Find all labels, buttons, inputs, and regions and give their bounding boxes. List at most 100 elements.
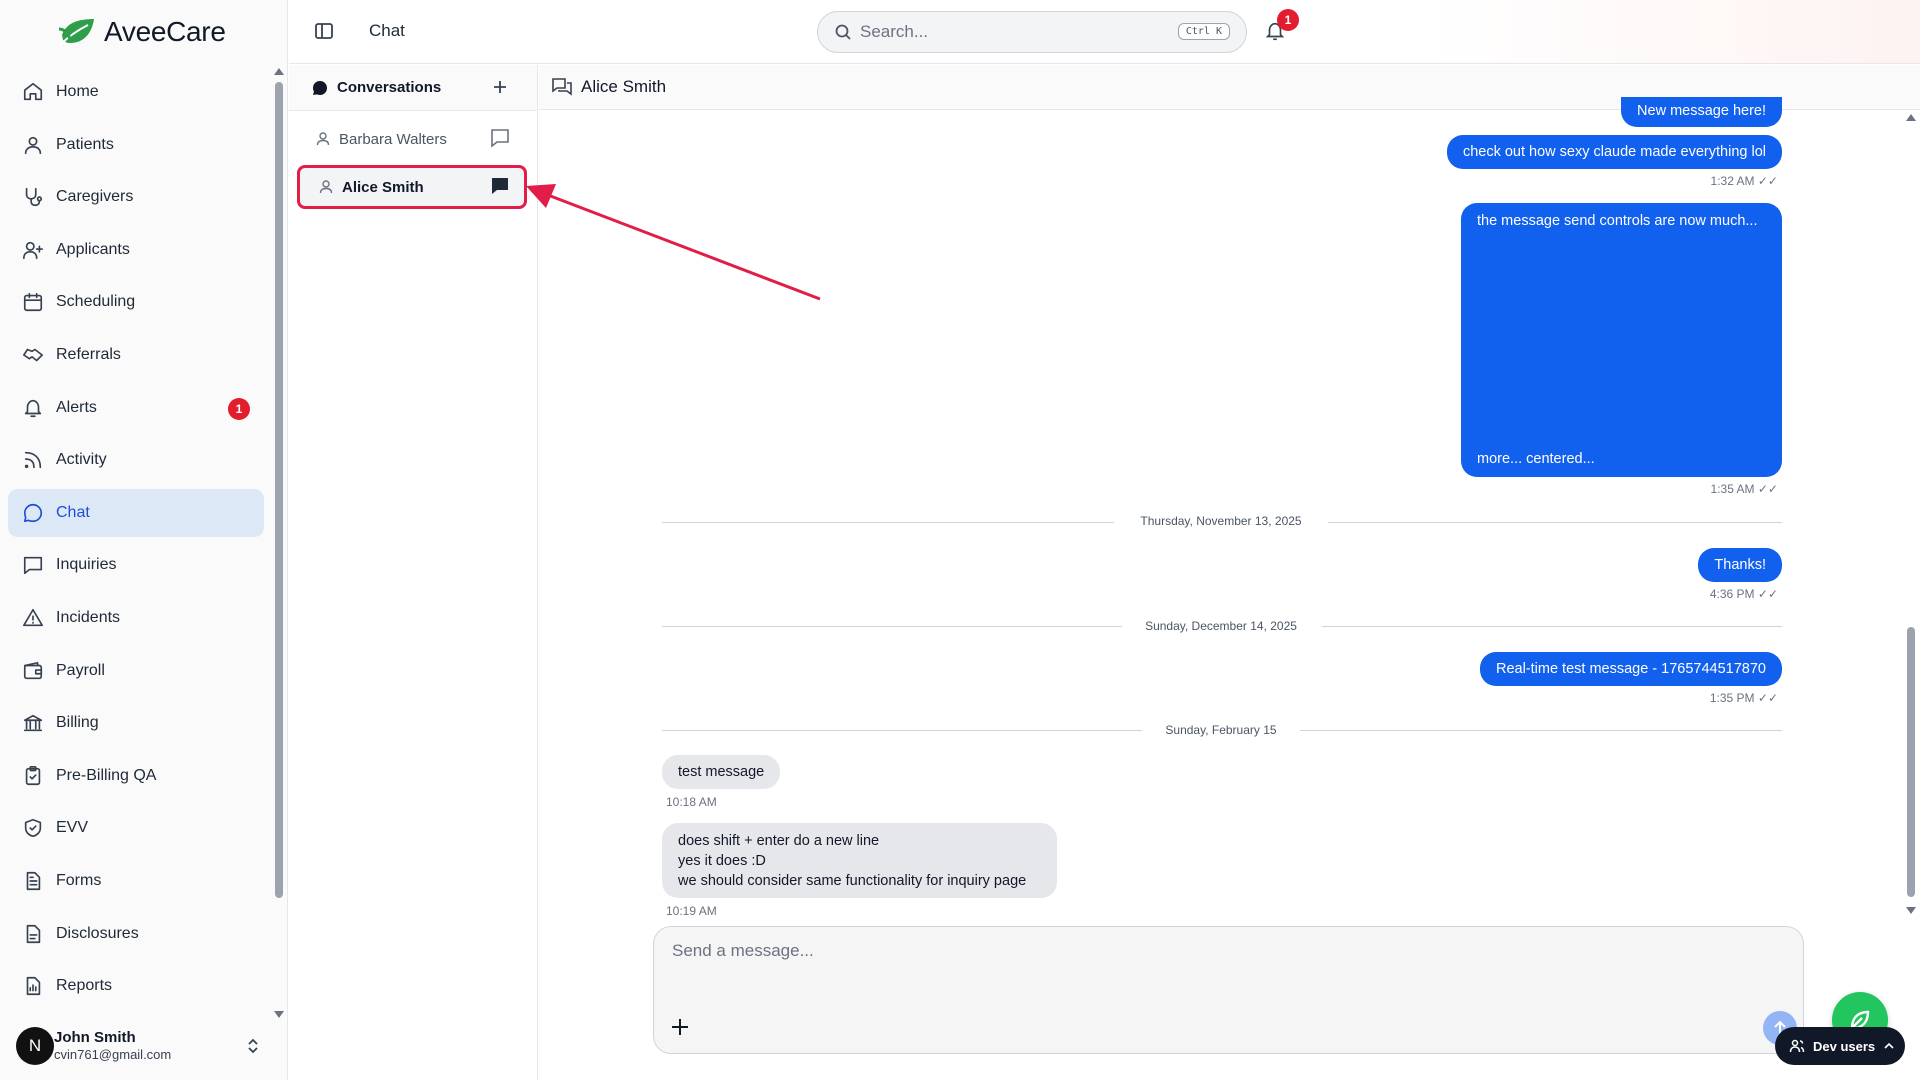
- user-menu[interactable]: N John Smith cvin761@gmail.com: [16, 1022, 272, 1070]
- sidebar-item-label: Reports: [56, 977, 113, 995]
- sidebar-item-patients[interactable]: Patients: [8, 121, 264, 169]
- sidebar-item-referrals[interactable]: Referrals: [8, 331, 264, 379]
- scroll-up-arrow-icon[interactable]: [1906, 114, 1916, 121]
- calendar-icon: [22, 291, 44, 313]
- date-separator: Thursday, November 13, 2025: [1140, 514, 1302, 528]
- sidebar-item-label: Activity: [56, 451, 107, 469]
- user-plus-icon: [22, 239, 44, 261]
- conversation-name: Alice Smith: [342, 178, 424, 196]
- sidebar-item-reports[interactable]: Reports: [8, 962, 264, 1010]
- scrollbar-thumb[interactable]: [1907, 627, 1915, 897]
- chevron-up-icon: [1884, 1042, 1894, 1049]
- report-icon: [22, 975, 44, 997]
- sidebar-item-chat[interactable]: Chat: [8, 488, 264, 537]
- message-timestamp: 1:32 AM ✓✓: [1710, 174, 1778, 188]
- message-bubble-outgoing-long: the message send controls are now much..…: [1461, 203, 1782, 477]
- date-separator: Sunday, December 14, 2025: [1145, 619, 1297, 633]
- shield-check-icon: [22, 817, 44, 839]
- date-separator-line: [1322, 626, 1782, 627]
- sidebar-item-inquiries[interactable]: Inquiries: [8, 541, 264, 589]
- message-text: more... centered...: [1477, 451, 1595, 467]
- search-shortcut-hint: Ctrl K: [1177, 23, 1230, 40]
- sidebar-item-activity[interactable]: Activity: [8, 436, 264, 484]
- scroll-down-arrow-icon[interactable]: [274, 1011, 284, 1018]
- bell-icon: [22, 397, 44, 419]
- message-timestamp: 4:36 PM ✓✓: [1709, 587, 1778, 601]
- sidebar-item-label: Home: [56, 83, 99, 100]
- date-separator-line: [662, 626, 1122, 627]
- sidebar-item-home[interactable]: Home: [8, 68, 264, 116]
- sidebar-toggle-icon[interactable]: [313, 20, 335, 42]
- message-timestamp: 1:35 PM ✓✓: [1709, 691, 1778, 705]
- date-separator-line: [1300, 730, 1782, 731]
- sidebar-item-payroll[interactable]: Payroll: [8, 647, 264, 695]
- sidebar-item-label: Referrals: [56, 345, 121, 363]
- dev-users-label: Dev users: [1813, 1038, 1876, 1054]
- sidebar-item-label: Patients: [56, 135, 114, 153]
- chat-icon: [22, 502, 44, 524]
- chat-title: Alice Smith: [581, 77, 667, 96]
- scrollbar-thumb[interactable]: [275, 82, 283, 898]
- scroll-down-arrow-icon[interactable]: [1906, 907, 1916, 914]
- sidebar-item-disclosures[interactable]: Disclosures: [8, 910, 264, 958]
- dev-users-button[interactable]: Dev users: [1775, 1027, 1905, 1065]
- message-input[interactable]: [672, 941, 1572, 961]
- sidebar-item-applicants[interactable]: Applicants: [8, 226, 264, 274]
- sidebar-item-alerts[interactable]: Alerts 1: [8, 384, 264, 432]
- handshake-icon: [22, 344, 44, 366]
- message-square-icon: [22, 554, 44, 576]
- file-text-icon: [22, 870, 44, 892]
- sidebar-item-incidents[interactable]: Incidents: [8, 594, 264, 642]
- scroll-up-arrow-icon[interactable]: [274, 68, 284, 75]
- sidebar-scrollbar[interactable]: [274, 66, 284, 1018]
- clipboard-check-icon: [22, 765, 44, 787]
- new-conversation-plus-icon[interactable]: [491, 78, 509, 96]
- conversation-item[interactable]: Barbara Walters: [297, 117, 527, 161]
- message-line: we should consider same functionality fo…: [678, 873, 1027, 889]
- plus-icon[interactable]: [670, 1017, 690, 1037]
- conversation-item-selected[interactable]: Alice Smith: [297, 165, 527, 209]
- sidebar-item-caregivers[interactable]: Caregivers: [8, 173, 264, 221]
- stethoscope-icon: [22, 186, 44, 208]
- user-icon: [22, 134, 44, 156]
- sidebar-item-label: Payroll: [56, 661, 105, 679]
- sidebar-item-label: Chat: [56, 503, 90, 521]
- page-title: Chat: [369, 21, 405, 40]
- chevrons-up-down-icon[interactable]: [246, 1036, 260, 1056]
- sidebar-item-label: Disclosures: [56, 924, 139, 942]
- message-bubble-incoming-multiline: does shift + enter do a new line yes it …: [662, 823, 1057, 898]
- sidebar-item-label: Scheduling: [56, 293, 136, 311]
- sidebar-nav: Home Patients Caregivers Applicants Sche…: [8, 68, 264, 1015]
- file-icon: [22, 923, 44, 945]
- message-timestamp: 10:18 AM: [666, 795, 717, 809]
- conversations-title: Conversations: [337, 79, 442, 96]
- message-filled-icon: [492, 178, 508, 194]
- search-input[interactable]: [860, 22, 1160, 42]
- topbar: Chat Ctrl K 1: [289, 0, 1920, 64]
- search-box[interactable]: Ctrl K: [817, 11, 1247, 53]
- chat-scrollbar[interactable]: [1906, 112, 1916, 914]
- sidebar-item-evv[interactable]: EVV: [8, 804, 264, 852]
- users-icon: [1789, 1039, 1805, 1053]
- leaf-logo-icon: [58, 19, 94, 46]
- message-timestamp: 1:35 AM ✓✓: [1710, 482, 1778, 496]
- message-bubble-outgoing: check out how sexy claude made everythin…: [1446, 135, 1782, 169]
- message-outline-icon: [491, 129, 509, 148]
- brand-name: AveeCare: [104, 16, 226, 47]
- conversation-name: Barbara Walters: [339, 130, 447, 148]
- message-bubble-outgoing: New message here!: [1621, 97, 1782, 127]
- sidebar-item-pre-billing-qa[interactable]: Pre-Billing QA: [8, 752, 264, 800]
- sidebar: AveeCare Home Patients Caregivers Applic…: [0, 0, 288, 1080]
- sidebar-item-label: Billing: [56, 714, 99, 732]
- sidebar-item-billing[interactable]: Billing: [8, 699, 264, 747]
- sidebar-item-label: Pre-Billing QA: [56, 766, 157, 784]
- bank-icon: [22, 712, 44, 734]
- brand[interactable]: AveeCare: [0, 0, 287, 64]
- sidebar-item-label: EVV: [56, 819, 89, 837]
- message-bubble-incoming: test message: [662, 755, 781, 789]
- sidebar-item-forms[interactable]: Forms: [8, 857, 264, 905]
- sidebar-item-label: Inquiries: [56, 556, 117, 574]
- warning-icon: [22, 607, 44, 629]
- user-name: John Smith: [54, 1029, 136, 1046]
- sidebar-item-scheduling[interactable]: Scheduling: [8, 278, 264, 326]
